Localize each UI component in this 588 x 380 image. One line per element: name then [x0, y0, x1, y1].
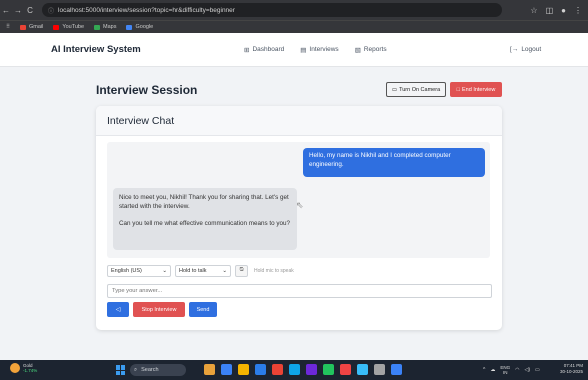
pinned-apps [204, 364, 402, 375]
taskbar-app-icon[interactable] [374, 364, 385, 375]
language-select[interactable]: English (US) ⌄ [107, 264, 171, 277]
chat-history[interactable]: Hello, my name is Nikhil and I completed… [107, 142, 490, 258]
youtube-icon [53, 24, 60, 30]
nav-dashboard[interactable]: ⊞ Dashboard [244, 46, 284, 54]
main-nav: ⊞ Dashboard ▤ Interviews ▧ Reports [244, 46, 387, 54]
chevron-down-icon: ⌄ [162, 267, 167, 274]
browser-toolbar: ← → C ⓘ localhost:5000/interview/session… [0, 0, 588, 20]
taskbar-app-icon[interactable] [289, 364, 300, 375]
action-buttons: ◁ Stop Interview Send [107, 302, 217, 317]
bookmark-maps[interactable]: Maps [94, 24, 116, 30]
chevron-up-icon[interactable]: ^ [483, 367, 485, 373]
voice-controls: English (US) ⌄ Hold to talk ⌄ ⍉ Hold mic… [107, 264, 294, 277]
maps-icon [94, 24, 101, 30]
taskbar-app-icon[interactable] [238, 364, 249, 375]
dashboard-icon: ⊞ [244, 46, 250, 54]
taskbar-search[interactable]: ⌕ Search [130, 364, 186, 376]
ai-message-line: Can you tell me what effective communica… [119, 220, 291, 227]
address-bar[interactable]: ⓘ localhost:5000/interview/session?topic… [42, 3, 502, 17]
card-header: Interview Chat [96, 106, 502, 136]
document-icon: ▧ [354, 46, 361, 54]
taskbar-app-icon[interactable] [391, 364, 402, 375]
bookmark-google[interactable]: Google [126, 24, 153, 30]
profile-icon[interactable]: ● [561, 6, 566, 15]
speak-button[interactable]: ◁ [107, 302, 129, 317]
clipboard-icon: ▤ [300, 46, 307, 54]
mic-off-icon: ⍉ [239, 267, 244, 273]
reload-icon[interactable]: C [24, 6, 36, 15]
url-text: localhost:5000/interview/session?topic=h… [58, 6, 235, 14]
site-info-icon[interactable]: ⓘ [48, 6, 54, 15]
taskbar-app-icon[interactable] [204, 364, 215, 375]
mouse-pointer-icon: ⇖ [296, 200, 304, 210]
bookmark-gmail[interactable]: Gmail [20, 24, 43, 30]
page-title: Interview Session [96, 83, 198, 97]
taskbar-app-icon[interactable] [306, 364, 317, 375]
language-indicator[interactable]: ENG IN [500, 365, 510, 375]
taskbar-app-icon[interactable] [272, 364, 283, 375]
battery-icon[interactable]: ▭ [535, 367, 540, 373]
bookmarks-bar: ⠿ Gmail YouTube Maps Google [0, 20, 588, 33]
taskbar-app-icon[interactable] [221, 364, 232, 375]
camera-icon: ▭ [391, 86, 398, 93]
brand-title[interactable]: AI Interview System [51, 44, 141, 55]
stop-square-icon: □ [456, 86, 460, 93]
chevron-down-icon: ⌄ [222, 267, 227, 274]
system-tray: ^ ☁ ENG IN ◠ ◁) ▭ [483, 365, 540, 375]
logout-icon: [→ [510, 46, 519, 53]
user-message: Hello, my name is Nikhil and I completed… [303, 148, 485, 177]
gold-ticker-icon [10, 363, 20, 373]
taskbar-app-icon[interactable] [255, 364, 266, 375]
app-header: AI Interview System ⊞ Dashboard ▤ Intervie… [0, 33, 588, 67]
turn-on-camera-button[interactable]: ▭ Turn On Camera [386, 82, 446, 97]
bookmark-youtube[interactable]: YouTube [53, 24, 84, 30]
speaker-icon: ◁ [115, 307, 121, 313]
extensions-icon[interactable]: ◫ [546, 6, 554, 15]
os-taskbar: Gold -1.74% ⌕ Search ^ ☁ ENG IN ◠ ◁) ▭ 0… [0, 360, 588, 380]
ai-message-line: Nice to meet you, Nikhil! Thank you for … [119, 194, 289, 210]
mic-hint: Hold mic to speak [254, 267, 294, 274]
nav-reports[interactable]: ▧ Reports [355, 46, 387, 54]
interview-chat-card: Interview Chat Hello, my name is Nikhil … [96, 106, 502, 330]
chat-title: Interview Chat [107, 115, 175, 127]
stop-interview-button[interactable]: Stop Interview [133, 302, 185, 317]
cloud-icon[interactable]: ☁ [490, 367, 495, 373]
nav-interviews[interactable]: ▤ Interviews [300, 46, 338, 54]
send-button[interactable]: Send [189, 302, 217, 317]
talk-mode-select[interactable]: Hold to talk ⌄ [175, 264, 231, 277]
ticker-change: -1.74% [23, 368, 38, 373]
taskbar-clock[interactable]: 07:41 PM 30-10-2025 [560, 363, 583, 375]
mic-off-button[interactable]: ⍉ [235, 264, 248, 277]
forward-icon[interactable]: → [12, 6, 24, 15]
windows-start-icon[interactable] [116, 365, 126, 375]
gmail-icon [20, 24, 27, 30]
taskbar-app-icon[interactable] [340, 364, 351, 375]
ai-message: Nice to meet you, Nikhil! Thank you for … [113, 188, 297, 250]
weather-widget[interactable]: Gold -1.74% [10, 363, 37, 373]
wifi-icon[interactable]: ◠ [515, 367, 519, 373]
end-interview-button[interactable]: □ End Interview [450, 82, 502, 97]
back-icon[interactable]: ← [0, 6, 12, 15]
bookmark-star-icon[interactable]: ☆ [530, 6, 537, 15]
logout-link[interactable]: [→ Logout [510, 46, 541, 53]
apps-grid-icon[interactable]: ⠿ [6, 24, 10, 30]
search-icon: ⌕ [134, 366, 138, 373]
answer-input[interactable] [107, 284, 492, 298]
volume-icon[interactable]: ◁) [525, 367, 531, 373]
menu-icon[interactable]: ⋮ [574, 6, 582, 15]
taskbar-app-icon[interactable] [323, 364, 334, 375]
google-icon [126, 24, 133, 30]
taskbar-app-icon[interactable] [357, 364, 368, 375]
